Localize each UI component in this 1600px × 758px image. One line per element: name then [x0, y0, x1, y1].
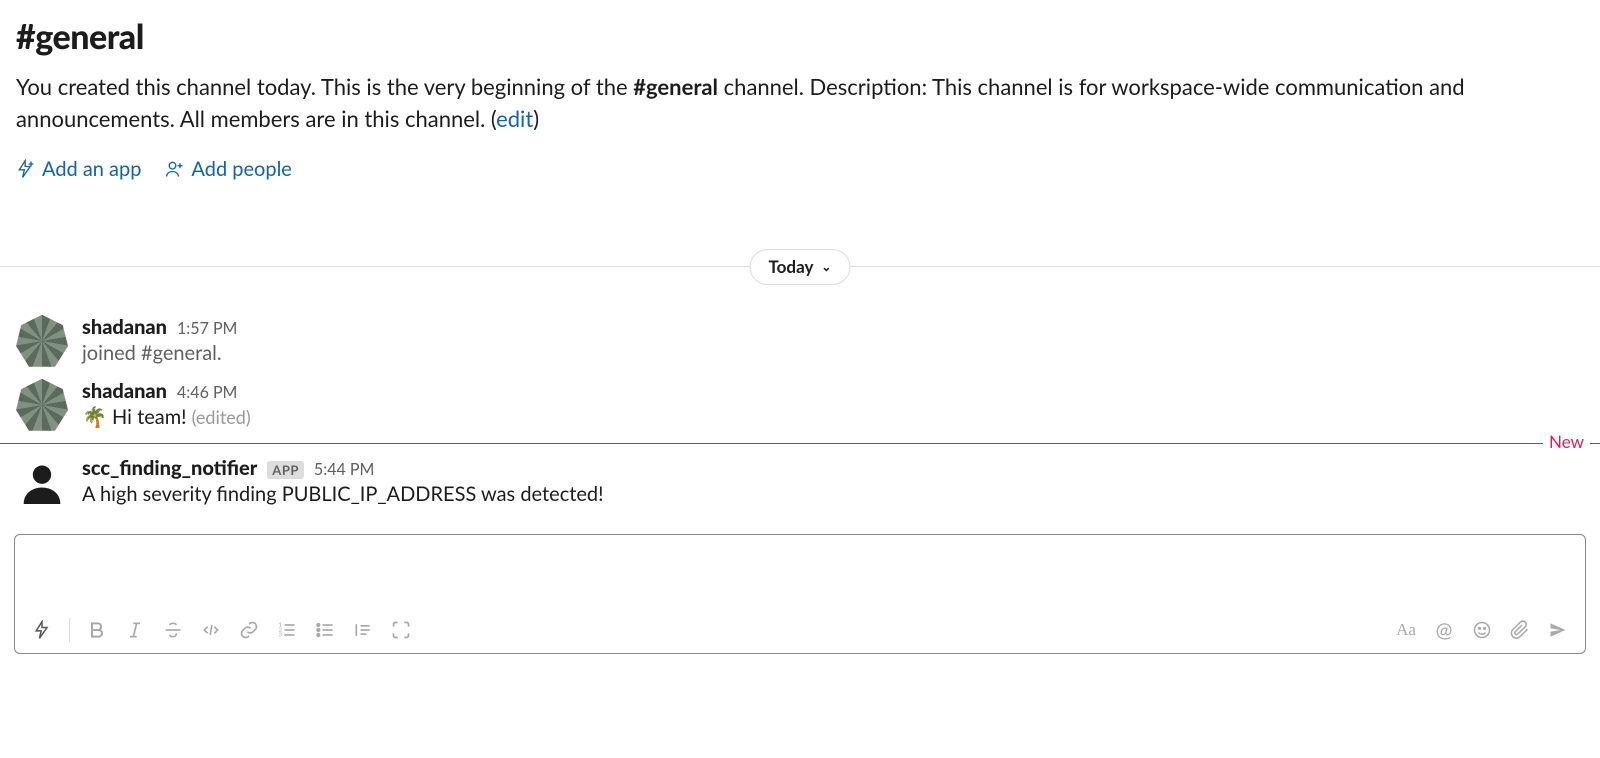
avatar[interactable] [16, 379, 68, 431]
emoji-button[interactable] [1465, 613, 1499, 647]
link-button[interactable] [232, 613, 266, 647]
composer-container: 123 Aa @ [0, 514, 1600, 668]
message-text: 🌴 Hi team! (edited) [82, 405, 1584, 429]
strikethrough-button[interactable] [156, 613, 190, 647]
edit-description-link[interactable]: edit [496, 105, 533, 132]
message-author[interactable]: shadanan [82, 315, 167, 339]
send-icon [1548, 620, 1568, 640]
aa-icon: Aa [1396, 620, 1416, 640]
smile-icon [1472, 620, 1492, 640]
message-body: scc_finding_notifier APP 5:44 PM A high … [82, 456, 1584, 508]
code-icon [201, 620, 221, 640]
message-text: A high severity finding PUBLIC_IP_ADDRES… [82, 482, 1584, 506]
palm-tree-emoji: 🌴 [82, 405, 107, 429]
composer-toolbar: 123 Aa @ [15, 609, 1585, 653]
bold-icon [87, 620, 107, 640]
message-timestamp[interactable]: 5:44 PM [314, 460, 374, 479]
message-header: shadanan 1:57 PM [82, 315, 1584, 339]
app-badge: APP [267, 461, 304, 479]
code-block-icon [391, 620, 411, 640]
message-item[interactable]: scc_finding_notifier APP 5:44 PM A high … [0, 450, 1600, 514]
add-people-label: Add people [191, 157, 291, 181]
strikethrough-icon [163, 620, 183, 640]
message-header: scc_finding_notifier APP 5:44 PM [82, 456, 1584, 480]
blockquote-button[interactable] [346, 613, 380, 647]
italic-icon [125, 620, 145, 640]
desc-text-suffix: ) [533, 105, 539, 132]
link-icon [239, 620, 259, 640]
attach-button[interactable] [1503, 613, 1537, 647]
ordered-list-icon: 123 [277, 620, 297, 640]
message-text: joined #general. [82, 341, 1584, 365]
person-plus-icon [165, 159, 185, 179]
message-item[interactable]: shadanan 4:46 PM 🌴 Hi team! (edited) [0, 373, 1600, 437]
code-block-button[interactable] [384, 613, 418, 647]
desc-text-prefix: You created this channel today. This is … [16, 73, 633, 100]
message-body: shadanan 4:46 PM 🌴 Hi team! (edited) [82, 379, 1584, 431]
format-toggle-button[interactable]: Aa [1389, 613, 1423, 647]
toolbar-separator [69, 618, 70, 642]
avatar[interactable] [16, 315, 68, 367]
add-people-button[interactable]: Add people [165, 157, 291, 181]
message-body: shadanan 1:57 PM joined #general. [82, 315, 1584, 367]
channel-intro: #general You created this channel today.… [0, 0, 1600, 205]
shortcuts-button[interactable] [25, 613, 59, 647]
send-button[interactable] [1541, 613, 1575, 647]
message-author[interactable]: scc_finding_notifier [82, 456, 257, 480]
bullet-list-button[interactable] [308, 613, 342, 647]
at-icon: @ [1436, 618, 1453, 642]
bold-button[interactable] [80, 613, 114, 647]
desc-channel-name: #general [633, 73, 718, 100]
lightning-plus-icon [16, 159, 36, 179]
message-content: Hi team! [112, 405, 187, 429]
mention-button[interactable]: @ [1427, 613, 1461, 647]
paperclip-icon [1510, 620, 1530, 640]
add-app-label: Add an app [42, 157, 141, 181]
chevron-down-icon: ⌄ [821, 259, 831, 274]
message-item[interactable]: shadanan 1:57 PM joined #general. [0, 309, 1600, 373]
ordered-list-button[interactable]: 123 [270, 613, 304, 647]
message-timestamp[interactable]: 4:46 PM [177, 383, 237, 402]
intro-actions: Add an app Add people [16, 157, 1584, 181]
lightning-icon [32, 620, 52, 640]
message-author[interactable]: shadanan [82, 379, 167, 403]
bullet-list-icon [315, 620, 335, 640]
date-label: Today [769, 256, 814, 277]
date-jump-button[interactable]: Today ⌄ [750, 249, 851, 285]
avatar[interactable] [16, 456, 68, 508]
message-list: shadanan 1:57 PM joined #general. shadan… [0, 289, 1600, 514]
blockquote-icon [353, 620, 373, 640]
svg-text:3: 3 [279, 631, 283, 638]
app-avatar-icon [20, 460, 64, 504]
date-divider: Today ⌄ [0, 245, 1600, 289]
message-composer[interactable]: 123 Aa @ [14, 534, 1586, 654]
new-label: New [1543, 431, 1590, 452]
channel-title: #general [16, 16, 1584, 57]
message-header: shadanan 4:46 PM [82, 379, 1584, 403]
code-button[interactable] [194, 613, 228, 647]
composer-input[interactable] [15, 535, 1585, 609]
add-app-button[interactable]: Add an app [16, 157, 141, 181]
channel-description: You created this channel today. This is … [16, 71, 1584, 135]
message-timestamp[interactable]: 1:57 PM [177, 319, 237, 338]
edited-marker: (edited) [192, 406, 251, 428]
italic-button[interactable] [118, 613, 152, 647]
new-messages-divider: New [0, 443, 1600, 444]
